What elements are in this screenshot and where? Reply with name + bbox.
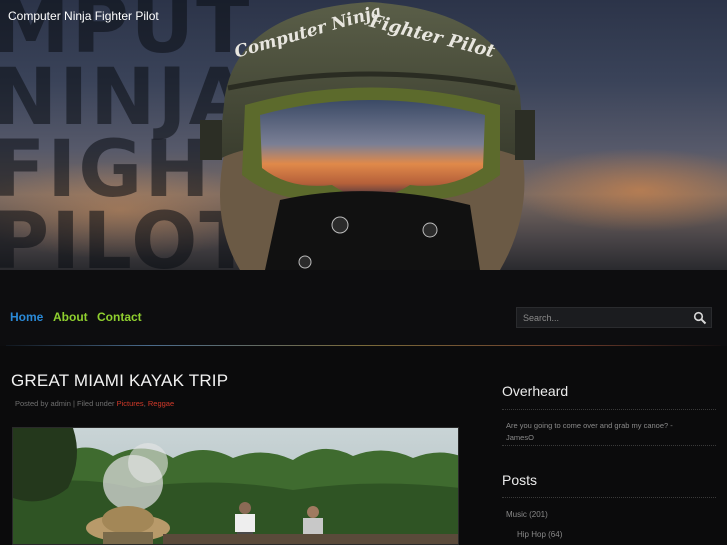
posts-widget-title: Posts xyxy=(502,472,538,488)
post-featured-image[interactable] xyxy=(12,427,459,545)
post-meta-prefix: Posted by admin | Filed under xyxy=(15,399,117,408)
post-meta: Posted by admin | Filed under Pictures, … xyxy=(15,399,174,408)
pilot-helmet-illustration xyxy=(200,2,535,270)
nav-divider xyxy=(6,345,721,346)
nav-contact-link[interactable]: Contact xyxy=(97,310,142,324)
overheard-quote: Are you going to come over and grab my c… xyxy=(506,420,711,444)
search-box xyxy=(516,307,712,328)
widget-divider xyxy=(502,445,716,446)
widget-divider xyxy=(502,409,716,410)
site-title[interactable]: Computer Ninja Fighter Pilot xyxy=(8,9,159,23)
category-link-pictures[interactable]: Pictures xyxy=(117,399,144,408)
search-input[interactable] xyxy=(517,308,693,327)
nav-about-link[interactable]: About xyxy=(53,310,88,324)
category-item-music[interactable]: Music (201) xyxy=(506,510,548,519)
nav-home-link[interactable]: Home xyxy=(10,310,43,324)
main-navigation: Home About Contact xyxy=(0,270,727,346)
post-title-link[interactable]: GREAT MIAMI KAYAK TRIP xyxy=(11,371,228,391)
category-item-hip-hop[interactable]: Hip Hop (64) xyxy=(517,530,562,539)
category-link-reggae[interactable]: Reggae xyxy=(148,399,174,408)
widget-divider xyxy=(502,497,716,498)
kayak-trip-photo xyxy=(13,428,458,544)
overheard-widget-title: Overheard xyxy=(502,383,569,399)
overheard-quote-text: Are you going to come over and grab my c… xyxy=(506,421,673,430)
overheard-author: JamesO xyxy=(506,433,534,442)
search-icon[interactable] xyxy=(693,311,707,325)
header-banner: MPUT NINJA FIGHTE PILOT Computer Ninja F… xyxy=(0,0,727,270)
